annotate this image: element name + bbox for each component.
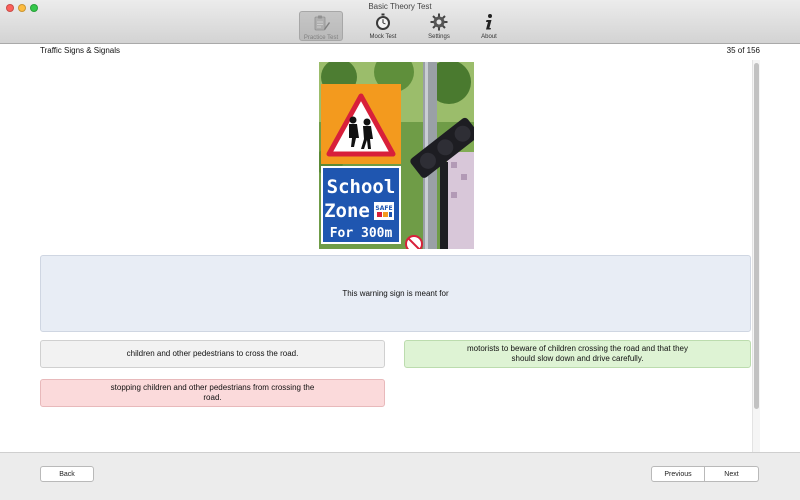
answer-text: motorists to beware of children crossing… bbox=[466, 344, 688, 363]
question-counter: 35 of 156 bbox=[726, 46, 760, 55]
clipboard-pencil-icon bbox=[300, 14, 342, 34]
toolbar-mock-test[interactable]: Mock Test bbox=[361, 11, 405, 41]
toolbar-practice-test[interactable]: Practice Test bbox=[299, 11, 343, 41]
toolbar-label: About bbox=[481, 34, 497, 40]
toolbar-label: Mock Test bbox=[369, 34, 397, 40]
gear-icon bbox=[417, 13, 461, 33]
answer-option-wrong[interactable]: stopping children and other pedestrians … bbox=[40, 379, 385, 407]
question-box: This warning sign is meant for bbox=[40, 255, 751, 332]
sign-badge-safe: SAFE bbox=[375, 205, 392, 212]
toolbar-about[interactable]: About bbox=[467, 11, 511, 41]
toolbar: Practice Test Mock Test Settings About bbox=[0, 11, 800, 43]
toolbar-settings[interactable]: Settings bbox=[417, 11, 461, 41]
question-image: School Zone SAFE For 300m bbox=[319, 62, 474, 249]
question-text: This warning sign is meant for bbox=[342, 289, 449, 298]
toolbar-label: Practice Test bbox=[303, 35, 339, 41]
answer-text: children and other pedestrians to cross … bbox=[126, 349, 299, 358]
sign-text-school: School bbox=[327, 176, 396, 198]
window-title: Basic Theory Test bbox=[368, 2, 432, 11]
section-title: Traffic Signs & Signals bbox=[40, 46, 121, 55]
back-button[interactable]: Back bbox=[40, 466, 94, 482]
toolbar-label: Settings bbox=[428, 34, 450, 40]
vertical-scrollbar[interactable] bbox=[752, 60, 760, 452]
sign-text-zone: Zone bbox=[324, 200, 370, 222]
scroll-thumb[interactable] bbox=[754, 63, 759, 409]
answer-option[interactable]: children and other pedestrians to cross … bbox=[40, 340, 385, 368]
stopwatch-icon bbox=[361, 13, 405, 33]
answer-text: stopping children and other pedestrians … bbox=[110, 383, 315, 402]
next-button[interactable]: Next bbox=[705, 466, 759, 482]
sign-text-distance: For 300m bbox=[330, 226, 393, 241]
window-toolbar: Basic Theory Test Practice Test Mock Tes… bbox=[0, 0, 800, 44]
info-icon bbox=[467, 13, 511, 33]
bottom-bar: Back Previous Next bbox=[0, 452, 800, 500]
previous-button[interactable]: Previous bbox=[651, 466, 705, 482]
answer-option-correct[interactable]: motorists to beware of children crossing… bbox=[404, 340, 751, 368]
